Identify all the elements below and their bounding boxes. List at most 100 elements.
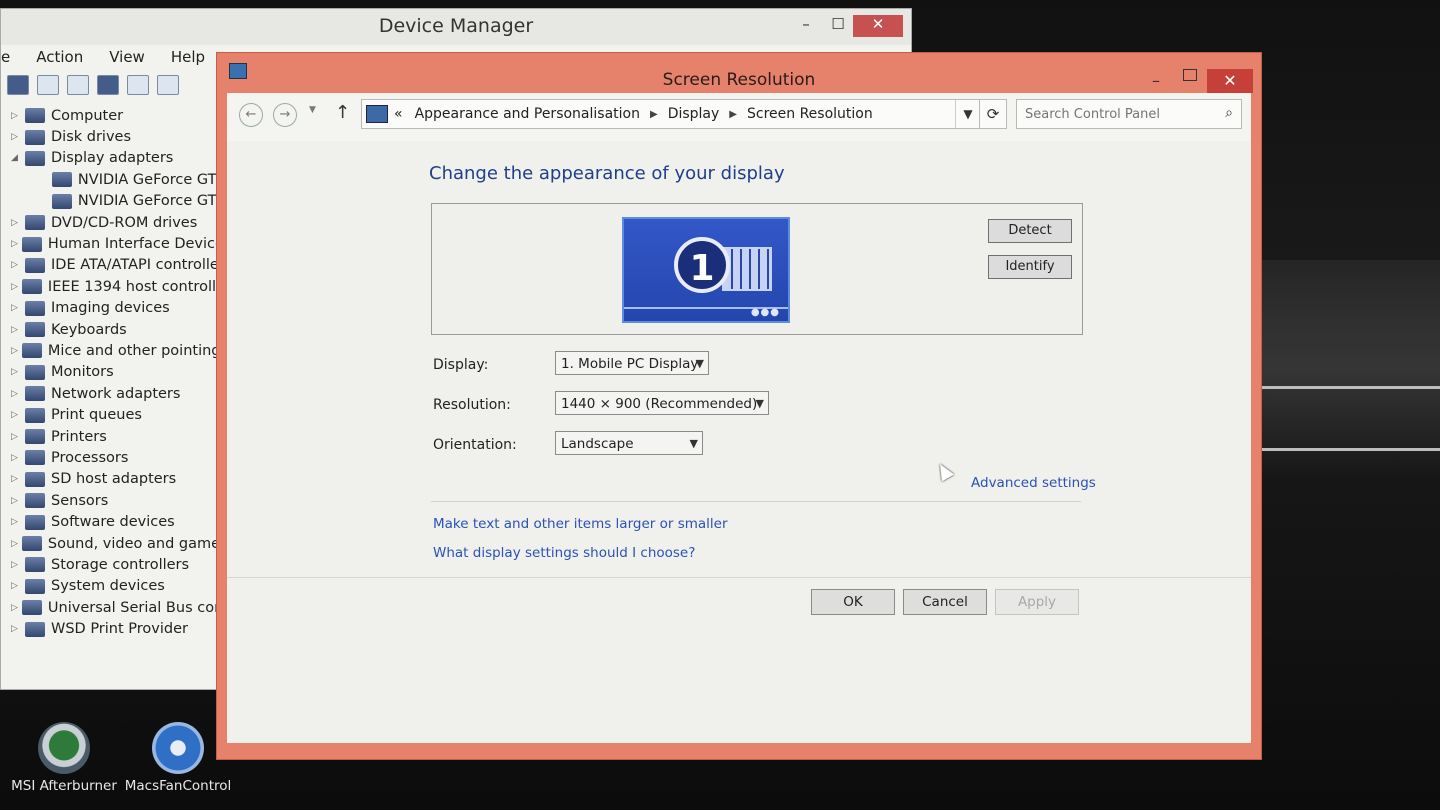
collapsed-arrow-icon[interactable]: ▷ [11, 282, 18, 292]
tree-category-item[interactable]: ▷ SD host adapters [1, 469, 226, 490]
tree-category-item[interactable]: ▷ Monitors [1, 362, 226, 383]
collapsed-arrow-icon[interactable]: ▷ [11, 560, 21, 570]
show-hide-icon[interactable] [67, 75, 89, 95]
desktop-shortcut-msi-afterburner[interactable]: MSI Afterburner [8, 722, 120, 794]
advanced-settings-link[interactable]: Advanced settings [971, 475, 1096, 491]
tree-category-item[interactable]: ▷ Print queues [1, 404, 226, 425]
resolution-select[interactable]: 1440 × 900 (Recommended) ▼ [555, 391, 769, 415]
apply-button[interactable]: Apply [995, 589, 1079, 615]
menu-file[interactable]: e [1, 48, 10, 66]
close-button[interactable]: ✕ [1207, 69, 1253, 93]
breadcrumb-prefix[interactable]: « [394, 106, 403, 122]
tree-category-item[interactable]: ▷ Disk drives [1, 126, 226, 147]
tree-category-item[interactable]: ▷ Computer [1, 105, 226, 126]
identify-button[interactable]: Identify [988, 255, 1072, 279]
maximize-button[interactable] [1183, 69, 1197, 81]
device-icon [25, 257, 45, 273]
back-button[interactable]: ← [239, 103, 263, 127]
properties-icon[interactable] [37, 75, 59, 95]
tree-category-item[interactable]: ▷ Sound, video and game c [1, 533, 226, 554]
breadcrumb-item-display[interactable]: Display [668, 106, 720, 122]
collapsed-arrow-icon[interactable]: ▷ [11, 218, 21, 228]
collapsed-arrow-icon[interactable]: ▷ [11, 239, 18, 249]
display-select[interactable]: 1. Mobile PC Display ▼ [555, 351, 709, 375]
monitor-preview[interactable]: 1 ●●● [622, 217, 790, 323]
back-arrow-icon[interactable] [7, 75, 29, 95]
tree-category-item[interactable]: ▷ WSD Print Provider [1, 618, 226, 639]
tree-category-item[interactable]: ▷ Sensors [1, 490, 226, 511]
device-icon [25, 364, 45, 380]
collapsed-arrow-icon[interactable]: ▷ [11, 132, 21, 142]
breadcrumb-item-screen-resolution[interactable]: Screen Resolution [747, 106, 873, 122]
orientation-select[interactable]: Landscape ▼ [555, 431, 703, 455]
collapsed-arrow-icon[interactable]: ▷ [11, 303, 21, 313]
tree-category-item[interactable]: ▷ IEEE 1394 host controllers [1, 276, 226, 297]
collapsed-arrow-icon[interactable]: ▷ [11, 410, 21, 420]
tree-category-item[interactable]: ▷ Imaging devices [1, 298, 226, 319]
search-icon[interactable]: ⌕ [1225, 105, 1233, 121]
collapsed-arrow-icon[interactable]: ▷ [11, 474, 21, 484]
tree-category-item[interactable]: ▷ Processors [1, 447, 226, 468]
collapsed-arrow-icon[interactable]: ▷ [11, 346, 18, 356]
tree-category-item[interactable]: ◢ Display adapters [1, 148, 226, 169]
collapsed-arrow-icon[interactable]: ▷ [11, 539, 18, 549]
close-button[interactable]: ✕ [853, 15, 903, 37]
breadcrumb-item-appearance[interactable]: Appearance and Personalisation [415, 106, 640, 122]
recent-locations-icon[interactable]: ▼ [309, 105, 316, 115]
tree-category-item[interactable]: ▷ Software devices [1, 511, 226, 532]
search-box[interactable]: ⌕ [1016, 99, 1242, 129]
collapsed-arrow-icon[interactable]: ▷ [11, 453, 21, 463]
tree-category-item[interactable]: ▷ Storage controllers [1, 554, 226, 575]
forward-button[interactable]: → [273, 103, 297, 127]
tree-category-item[interactable]: ▷ DVD/CD-ROM drives [1, 212, 226, 233]
menu-action[interactable]: Action [36, 48, 83, 66]
up-arrow-icon[interactable]: ↑ [335, 102, 350, 123]
maximize-button[interactable]: ☐ [821, 15, 855, 37]
chevron-right-icon[interactable]: ▶ [650, 109, 658, 120]
detect-button[interactable]: Detect [988, 219, 1072, 243]
collapsed-arrow-icon[interactable]: ▷ [11, 496, 21, 506]
tree-category-item[interactable]: ▷ Keyboards [1, 319, 226, 340]
collapsed-arrow-icon[interactable]: ▷ [11, 432, 21, 442]
tree-category-item[interactable]: ▷ Printers [1, 426, 226, 447]
tree-category-item[interactable]: ▷ Network adapters [1, 383, 226, 404]
tree-category-item[interactable]: ▷ Universal Serial Bus contro [1, 597, 226, 618]
display-help-link[interactable]: What display settings should I choose? [433, 545, 695, 561]
tree-category-item[interactable]: ▷ Human Interface Devices [1, 233, 226, 254]
collapsed-arrow-icon[interactable]: ▷ [11, 260, 21, 270]
chevron-right-icon[interactable]: ▶ [729, 109, 737, 120]
tree-category-item[interactable]: ▷ System devices [1, 576, 226, 597]
expanded-arrow-icon[interactable]: ◢ [11, 153, 21, 163]
text-size-link[interactable]: Make text and other items larger or smal… [433, 516, 728, 532]
collapsed-arrow-icon[interactable]: ▷ [11, 603, 18, 613]
help-icon[interactable] [97, 75, 119, 95]
menu-help[interactable]: Help [171, 48, 205, 66]
tree-category-item[interactable]: ▷ IDE ATA/ATAPI controller [1, 255, 226, 276]
collapsed-arrow-icon[interactable]: ▷ [11, 517, 21, 527]
desktop-shortcut-macsfancontrol[interactable]: MacsFanControl [122, 722, 234, 794]
breadcrumb[interactable]: « Appearance and Personalisation ▶ Displ… [361, 99, 981, 129]
minimize-button[interactable]: – [1152, 71, 1160, 90]
device-manager-titlebar[interactable]: Device Manager – ☐ ✕ [1, 9, 911, 45]
ok-button[interactable]: OK [811, 589, 895, 615]
tree-item-label: Monitors [51, 364, 114, 381]
monitor-number: 1 [674, 237, 730, 293]
collapsed-arrow-icon[interactable]: ▷ [11, 367, 21, 377]
collapsed-arrow-icon[interactable]: ▷ [11, 111, 21, 121]
console-icon[interactable] [127, 75, 149, 95]
device-icon [25, 471, 45, 487]
tree-child-item[interactable]: ▷NVIDIA GeForce GT 65 [1, 169, 226, 190]
cancel-button[interactable]: Cancel [903, 589, 987, 615]
scan-hardware-icon[interactable] [157, 75, 179, 95]
collapsed-arrow-icon[interactable]: ▷ [11, 325, 21, 335]
collapsed-arrow-icon[interactable]: ▷ [11, 624, 21, 634]
collapsed-arrow-icon[interactable]: ▷ [11, 389, 21, 399]
collapsed-arrow-icon[interactable]: ▷ [11, 581, 21, 591]
minimize-button[interactable]: – [789, 15, 823, 37]
tree-child-item[interactable]: ▷NVIDIA GeForce GTX 9 [1, 191, 226, 212]
menu-view[interactable]: View [109, 48, 145, 66]
tree-category-item[interactable]: ▷ Mice and other pointing d [1, 340, 226, 361]
refresh-button[interactable]: ⟳ [979, 99, 1007, 129]
chevron-down-icon[interactable]: ▼ [955, 100, 980, 128]
search-input[interactable] [1017, 100, 1207, 128]
